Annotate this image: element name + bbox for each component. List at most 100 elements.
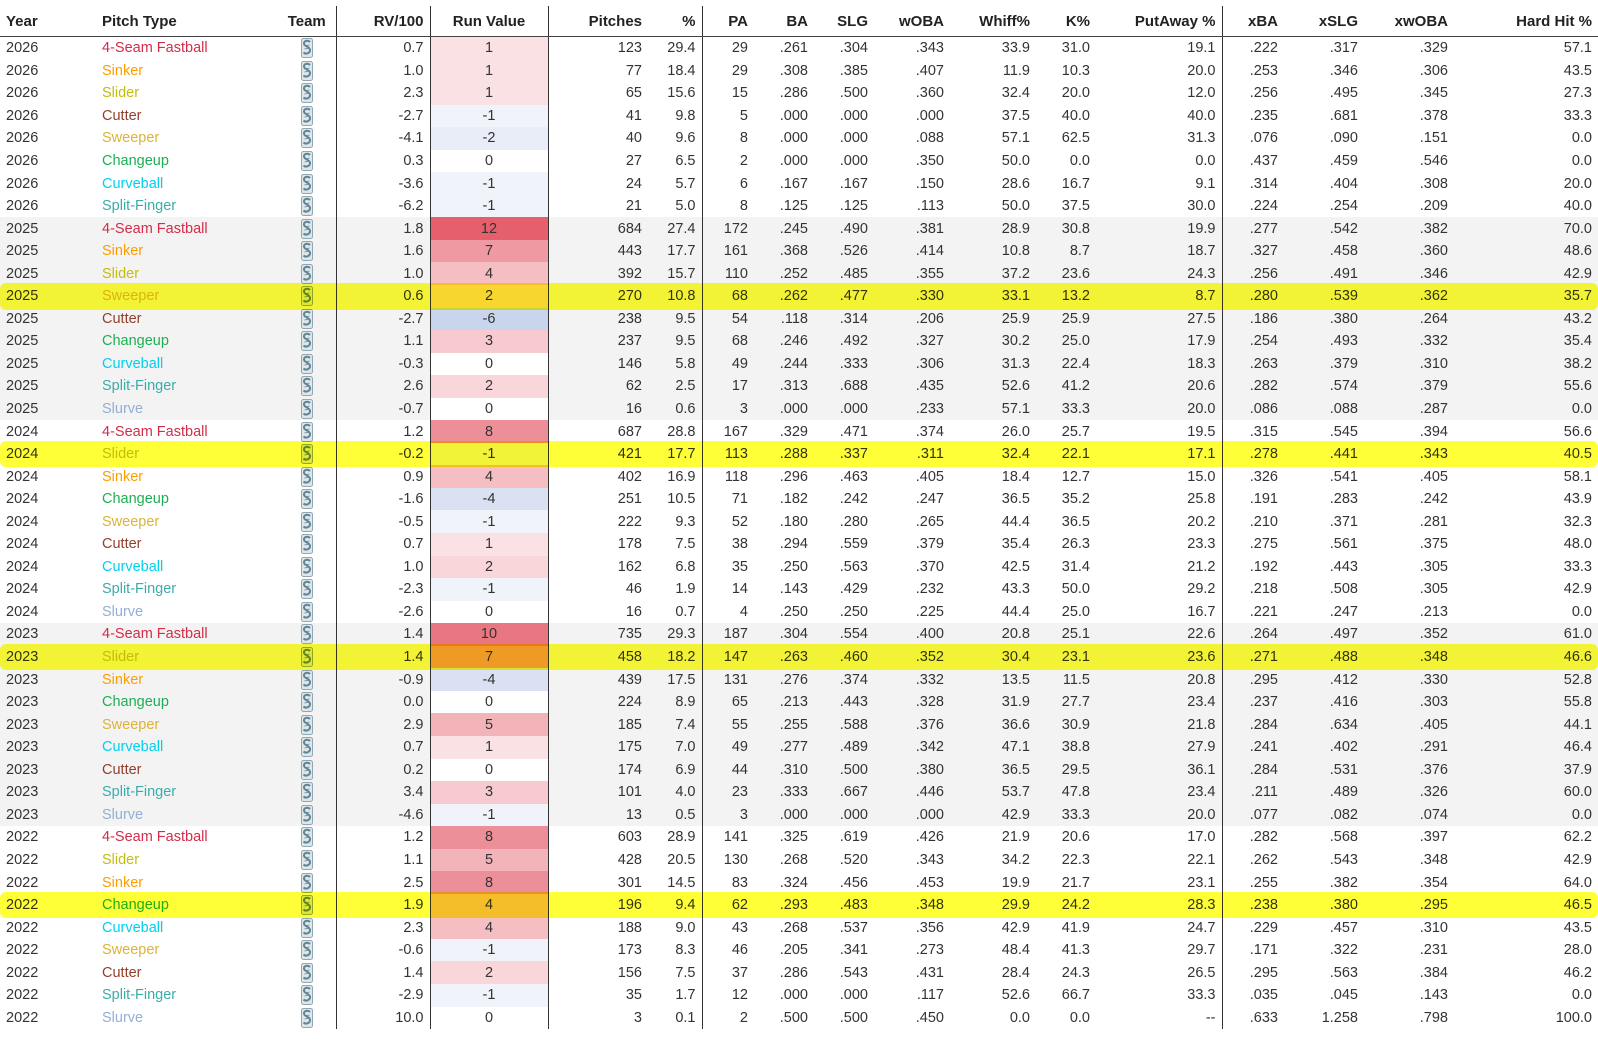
cell-pitch-type[interactable]: Curveball [88,352,278,376]
col-header-whiff-pct[interactable]: Whiff% [950,6,1036,37]
cell-pitch-type[interactable]: Changeup [88,149,278,173]
cell-pitch-type[interactable]: Slider [88,442,278,466]
table-row[interactable]: 2024 Slurve -2.6 0 16 0.7 4.250.250.225 44.4 25.… [0,600,1598,624]
table-row[interactable]: 2022 Sweeper -0.6 -1 173 8.3 46.205.341.273 48.… [0,938,1598,962]
cell-pitch-type[interactable]: Slurve [88,803,278,827]
col-header-run-value[interactable]: Run Value [430,6,549,37]
table-row[interactable]: 2025 4-Seam Fastball 1.8 12 684 27.4 172.245.4… [0,217,1598,240]
table-row[interactable]: 2025 Sinker 1.6 7 443 17.7 161.368.526.414 10.8… [0,239,1598,263]
col-header-team[interactable]: Team [278,6,337,37]
cell-pitch-type[interactable]: Curveball [88,555,278,579]
cell-pitch-type[interactable]: Cutter [88,758,278,782]
table-row[interactable]: 2023 Slider 1.4 7 458 18.2 147.263.460.352 30.4… [0,645,1598,669]
cell-pitch-type[interactable]: Sweeper [88,713,278,736]
col-header-k-pct[interactable]: K% [1036,6,1096,37]
col-header-pitch-type[interactable]: Pitch Type [88,6,278,37]
cell-pitch-type[interactable]: Sinker [88,871,278,894]
cell-pitch-type[interactable]: Sinker [88,239,278,263]
cell-pitch-type[interactable]: Slider [88,645,278,669]
col-header-xwoba[interactable]: xwOBA [1364,6,1454,37]
cell-pitch-type[interactable]: Sinker [88,668,278,691]
cell-pitch-type[interactable]: Cutter [88,533,278,556]
cell-pitch-type[interactable]: 4-Seam Fastball [88,420,278,443]
table-row[interactable]: 2023 Curveball 0.7 1 175 7.0 49.277.489.342 47.… [0,735,1598,759]
table-row[interactable]: 2026 Curveball -3.6 -1 24 5.7 6.167.167.150 28.… [0,172,1598,195]
table-row[interactable]: 2022 4-Seam Fastball 1.2 8 603 28.9 141.325.61… [0,826,1598,849]
cell-pitch-type[interactable]: Split-Finger [88,983,278,1007]
cell-pitch-type[interactable]: 4-Seam Fastball [88,826,278,849]
col-header-year[interactable]: Year [0,6,88,37]
cell-pitch-type[interactable]: 4-Seam Fastball [88,36,278,60]
col-header-xslg[interactable]: xSLG [1284,6,1364,37]
col-header-pa[interactable]: PA [702,6,754,37]
table-row[interactable]: 2024 Curveball 1.0 2 162 6.8 35.250.563.370 42.… [0,555,1598,579]
table-row[interactable]: 2022 Changeup 1.9 4 196 9.4 62.293.483.348 29.9… [0,893,1598,917]
table-row[interactable]: 2026 Sweeper -4.1 -2 40 9.6 8.000.000.088 57.1 6… [0,127,1598,150]
cell-pitch-type[interactable]: Curveball [88,735,278,759]
col-header-hard-hit-pct[interactable]: Hard Hit % [1454,6,1598,37]
cell-pitch-type[interactable]: Slurve [88,600,278,624]
cell-pitch-type[interactable]: Sweeper [88,285,278,308]
table-row[interactable]: 2026 Split-Finger -6.2 -1 21 5.0 8.125.125.113… [0,194,1598,218]
table-row[interactable]: 2025 Cutter -2.7 -6 238 9.5 54.118.314.206 25.9… [0,307,1598,331]
col-header-putaway-pct[interactable]: PutAway % [1096,6,1223,37]
cell-pitch-type[interactable]: Changeup [88,330,278,353]
col-header-woba[interactable]: wOBA [874,6,950,37]
table-row[interactable]: 2024 Cutter 0.7 1 178 7.5 38.294.559.379 35.4 26… [0,533,1598,556]
col-header-pitches[interactable]: Pitches [548,6,648,37]
table-row[interactable]: 2024 4-Seam Fastball 1.2 8 687 28.8 167.329.47… [0,420,1598,443]
col-header-percent[interactable]: % [648,6,703,37]
table-row[interactable]: 2024 Slider -0.2 -1 421 17.7 113.288.337.311 32… [0,442,1598,466]
table-row[interactable]: 2025 Sweeper 0.6 2 270 10.8 68.262.477.330 33.1… [0,285,1598,308]
table-row[interactable]: 2022 Cutter 1.4 2 156 7.5 37.286.543.431 28.4 24… [0,961,1598,984]
table-row[interactable]: 2025 Curveball -0.3 0 146 5.8 49.244.333.306 31… [0,352,1598,376]
table-row[interactable]: 2026 Slider 2.3 1 65 15.6 15.286.500.360 32.4 20… [0,82,1598,105]
cell-pitch-type[interactable]: Slider [88,848,278,872]
table-row[interactable]: 2023 4-Seam Fastball 1.4 10 735 29.3 187.304.5… [0,623,1598,646]
table-row[interactable]: 2025 Changeup 1.1 3 237 9.5 68.246.492.327 30.2… [0,330,1598,353]
cell-pitch-type[interactable]: 4-Seam Fastball [88,217,278,240]
table-row[interactable]: 2026 Changeup 0.3 0 27 6.5 2.000.000.350 50.0 0.… [0,149,1598,173]
table-row[interactable]: 2026 Sinker 1.0 1 77 18.4 29.308.385.407 11.9 10… [0,59,1598,83]
cell-pitch-type[interactable]: 4-Seam Fastball [88,623,278,646]
table-row[interactable]: 2024 Changeup -1.6 -4 251 10.5 71.182.242.247 3… [0,487,1598,511]
cell-pitch-type[interactable]: Split-Finger [88,578,278,601]
table-row[interactable]: 2023 Changeup 0.0 0 224 8.9 65.213.443.328 31.9… [0,690,1598,714]
cell-pitch-type[interactable]: Split-Finger [88,781,278,804]
table-row[interactable]: 2023 Sinker -0.9 -4 439 17.5 131.276.374.332 13… [0,668,1598,691]
table-row[interactable]: 2026 4-Seam Fastball 0.7 1 123 29.4 29.261.304… [0,36,1598,60]
table-row[interactable]: 2022 Curveball 2.3 4 188 9.0 43.268.537.356 42.… [0,916,1598,939]
col-header-xba[interactable]: xBA [1222,6,1284,37]
cell-pitch-type[interactable]: Curveball [88,172,278,195]
col-header-slg[interactable]: SLG [814,6,874,37]
cell-pitch-type[interactable]: Slurve [88,397,278,421]
table-row[interactable]: 2022 Split-Finger -2.9 -1 35 1.7 12.000.000.11… [0,983,1598,1007]
cell-pitch-type[interactable]: Changeup [88,893,278,917]
cell-pitch-type[interactable]: Sinker [88,465,278,488]
cell-pitch-type[interactable]: Split-Finger [88,375,278,398]
cell-pitch-type[interactable]: Changeup [88,690,278,714]
cell-pitch-type[interactable]: Sinker [88,59,278,83]
cell-pitch-type[interactable]: Slurve [88,1006,278,1030]
cell-pitch-type[interactable]: Cutter [88,307,278,331]
table-row[interactable]: 2022 Sinker 2.5 8 301 14.5 83.324.456.453 19.9 2… [0,871,1598,894]
table-row[interactable]: 2023 Cutter 0.2 0 174 6.9 44.310.500.380 36.5 29… [0,758,1598,782]
table-row[interactable]: 2025 Slurve -0.7 0 16 0.6 3.000.000.233 57.1 33.… [0,397,1598,421]
cell-pitch-type[interactable]: Sweeper [88,510,278,534]
cell-pitch-type[interactable]: Changeup [88,487,278,511]
table-row[interactable]: 2025 Slider 1.0 4 392 15.7 110.252.485.355 37.2… [0,262,1598,286]
table-row[interactable]: 2023 Slurve -4.6 -1 13 0.5 3.000.000.000 42.9 33… [0,803,1598,827]
table-row[interactable]: 2023 Split-Finger 3.4 3 101 4.0 23.333.667.446… [0,781,1598,804]
table-row[interactable]: 2022 Slider 1.1 5 428 20.5 130.268.520.343 34.2… [0,848,1598,872]
cell-pitch-type[interactable]: Slider [88,262,278,286]
cell-pitch-type[interactable]: Slider [88,82,278,105]
col-header-rv-per-100[interactable]: RV/100 [336,6,431,37]
table-row[interactable]: 2024 Split-Finger -2.3 -1 46 1.9 14.143.429.23… [0,578,1598,601]
col-header-ba[interactable]: BA [754,6,814,37]
cell-pitch-type[interactable]: Cutter [88,961,278,984]
table-row[interactable]: 2026 Cutter -2.7 -1 41 9.8 5.000.000.000 37.5 40… [0,104,1598,128]
table-row[interactable]: 2025 Split-Finger 2.6 2 62 2.5 17.313.688.435 5… [0,375,1598,398]
cell-pitch-type[interactable]: Split-Finger [88,194,278,218]
table-row[interactable]: 2024 Sweeper -0.5 -1 222 9.3 52.180.280.265 44.… [0,510,1598,534]
cell-pitch-type[interactable]: Sweeper [88,938,278,962]
